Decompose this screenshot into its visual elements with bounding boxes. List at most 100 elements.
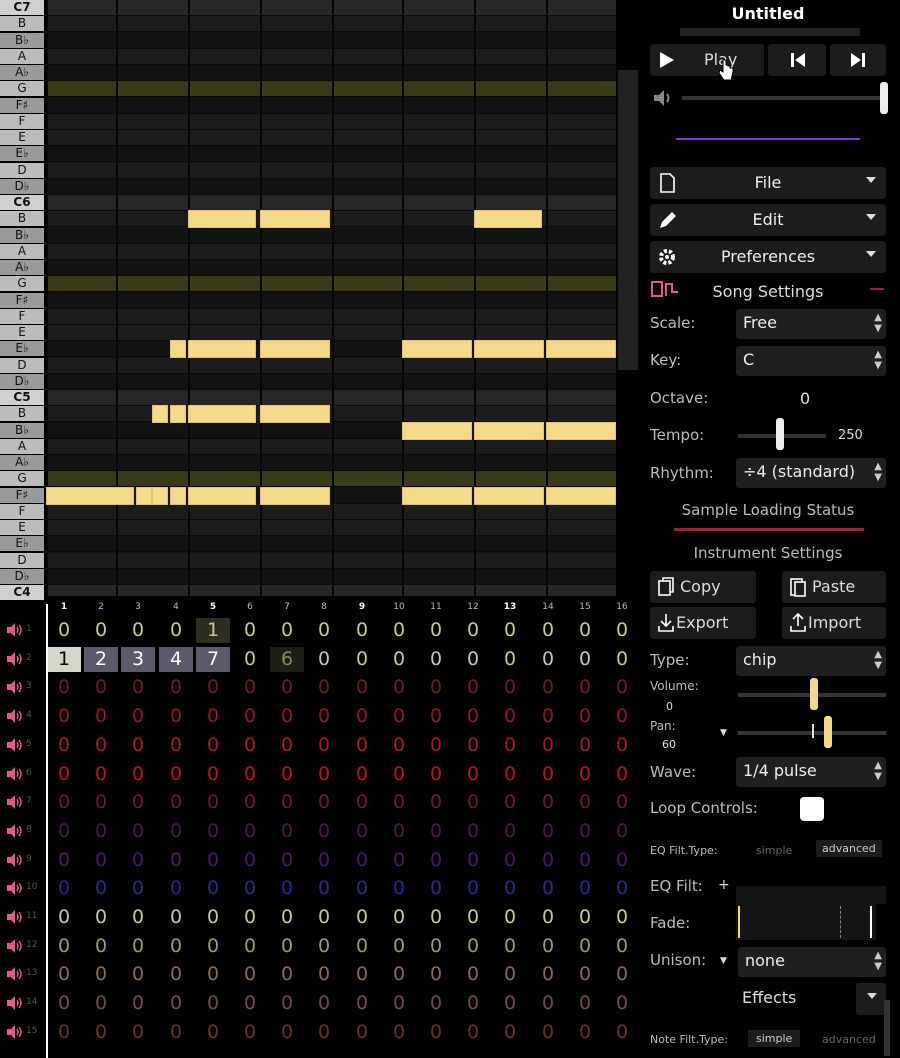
bar-number[interactable]: 6 [240,602,260,612]
pattern-cell[interactable]: 0 [233,675,267,700]
grid-row[interactable] [46,569,616,585]
pattern-cell[interactable]: 0 [493,991,527,1016]
pattern-cell[interactable]: 0 [84,675,118,700]
pattern-cell[interactable]: 0 [84,790,118,815]
pattern-cell[interactable]: 0 [270,991,304,1016]
pattern-cell[interactable]: 0 [345,991,379,1016]
bar-number[interactable]: 8 [314,602,334,612]
pattern-cell[interactable]: 0 [121,819,155,844]
pattern-cell[interactable]: 0 [270,733,304,758]
grid-row[interactable] [46,439,616,455]
pattern-cell[interactable]: 0 [531,647,565,672]
pattern-cell[interactable]: 0 [568,848,602,873]
piano-key[interactable]: F [0,504,44,520]
note[interactable] [188,405,256,423]
master-volume-slider[interactable] [682,96,882,100]
pattern-cell[interactable]: 0 [233,704,267,729]
speaker-icon[interactable] [6,852,24,868]
song-settings-collapse[interactable] [870,288,884,290]
pattern-cell[interactable]: 0 [121,848,155,873]
pattern-cell[interactable]: 0 [493,733,527,758]
pattern-cell[interactable]: 0 [419,762,453,787]
pattern-cell[interactable]: 0 [531,905,565,930]
bar-number[interactable]: 4 [166,602,186,612]
bar-number[interactable]: 16 [612,602,632,612]
note[interactable] [152,487,168,505]
eq-filter-editor[interactable] [736,886,886,904]
octave-value[interactable]: 0 [800,389,810,408]
pattern-cell[interactable]: 0 [84,819,118,844]
note[interactable] [260,340,330,358]
pattern-cell[interactable]: 0 [456,618,490,643]
pattern-cell[interactable]: 0 [270,675,304,700]
pattern-cell[interactable]: 0 [568,733,602,758]
pattern-cell[interactable]: 0 [419,934,453,959]
edit-menu[interactable]: Edit [650,204,886,236]
pattern-cell[interactable]: 0 [382,618,416,643]
piano-key[interactable]: B♭ [0,33,44,49]
piano-key[interactable]: F♯ [0,293,44,309]
key-select[interactable]: C ▲ ▼ [736,346,886,376]
note[interactable] [170,340,186,358]
pattern-cell[interactable]: 0 [605,647,639,672]
grid-row[interactable] [46,98,616,114]
piano-key[interactable]: D [0,553,44,569]
pattern-cell[interactable]: 0 [605,876,639,901]
pattern-cell[interactable]: 0 [233,733,267,758]
pattern-cell[interactable]: 0 [419,733,453,758]
pattern-cell[interactable]: 0 [307,790,341,815]
pattern-cell[interactable]: 0 [419,962,453,987]
piano-key[interactable]: D♭ [0,179,44,195]
grid-row[interactable] [46,163,616,179]
pattern-cell[interactable]: 0 [47,962,81,987]
pattern-cell[interactable]: 0 [493,848,527,873]
pattern-cell[interactable]: 0 [233,762,267,787]
piano-key[interactable]: A♭ [0,260,44,276]
pattern-cell[interactable]: 0 [531,819,565,844]
pattern-cell[interactable]: 0 [531,675,565,700]
pattern-cell[interactable]: 0 [307,962,341,987]
pattern-cell[interactable]: 0 [605,962,639,987]
speaker-icon[interactable] [6,909,24,925]
pattern-cell[interactable]: 0 [382,790,416,815]
grid-row[interactable] [46,293,616,309]
pattern-cell[interactable]: 0 [345,876,379,901]
pattern-cell[interactable]: 0 [568,905,602,930]
piano-key[interactable]: E [0,520,44,536]
pattern-cell[interactable]: 0 [568,819,602,844]
pattern-cell[interactable]: 0 [307,848,341,873]
piano-key[interactable]: G [0,81,44,97]
pattern-cell[interactable]: 0 [270,962,304,987]
bar-number[interactable]: 10 [389,602,409,612]
grid-row[interactable] [46,406,616,422]
pattern-cell[interactable]: 0 [47,876,81,901]
pattern-cell[interactable]: 0 [531,704,565,729]
pattern-cell[interactable]: 0 [159,905,193,930]
pattern-cell[interactable]: 0 [196,1020,230,1045]
pattern-cell[interactable]: 0 [233,618,267,643]
speaker-icon[interactable] [6,622,24,638]
pattern-cell[interactable]: 0 [84,876,118,901]
master-volume-thumb[interactable] [880,82,888,114]
bar-number[interactable]: 11 [426,602,446,612]
pattern-cell[interactable]: 0 [456,675,490,700]
pattern-cell[interactable]: 0 [121,733,155,758]
pattern-cell[interactable]: 0 [270,905,304,930]
pattern-cell[interactable]: 0 [47,618,81,643]
grid-row[interactable] [46,130,616,146]
file-menu[interactable]: File [650,167,886,199]
pattern-cell[interactable]: 0 [47,733,81,758]
pattern-cell[interactable]: 0 [493,618,527,643]
pattern-cell[interactable]: 0 [345,905,379,930]
note[interactable] [474,340,544,358]
next-bar-button[interactable] [830,44,886,76]
pattern-cell[interactable]: 0 [159,733,193,758]
pattern-cell[interactable]: 0 [345,762,379,787]
pattern-cell[interactable]: 0 [47,704,81,729]
pattern-cell[interactable]: 0 [382,733,416,758]
pattern-cell[interactable]: 0 [605,991,639,1016]
pattern-cell[interactable]: 0 [121,790,155,815]
pattern-editor[interactable]: 1000010000000000021234706000000000300000… [0,600,640,1058]
note[interactable] [260,210,330,228]
pattern-cell[interactable]: 1 [196,618,230,643]
